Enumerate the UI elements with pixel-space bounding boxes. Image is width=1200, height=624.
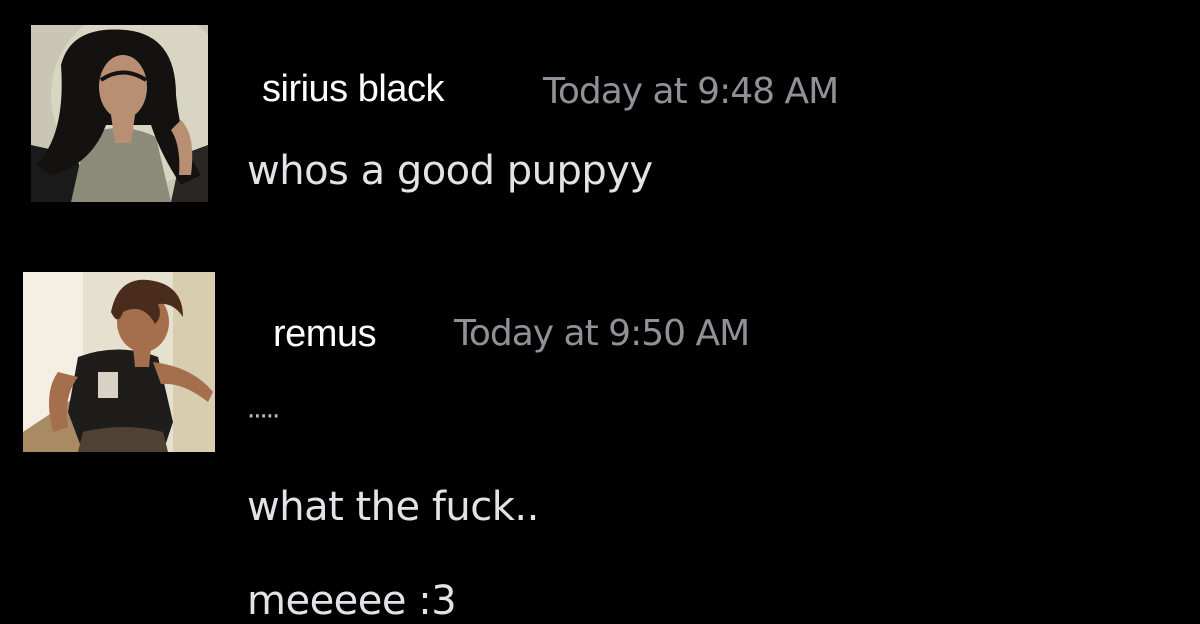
message-text: ·····	[247, 402, 280, 432]
chat-messages: sirius black Today at 9:48 AM whos a goo…	[0, 0, 1200, 624]
avatar[interactable]	[23, 272, 215, 452]
message-text: meeeee :3	[247, 578, 457, 624]
avatar-illustration	[23, 272, 215, 452]
message-text: what the fuck..	[247, 484, 539, 530]
message-remus: remus Today at 9:50 AM ····· what the fu…	[0, 0, 1200, 624]
author-name[interactable]: remus	[273, 313, 377, 356]
message-timestamp: Today at 9:50 AM	[454, 313, 750, 354]
